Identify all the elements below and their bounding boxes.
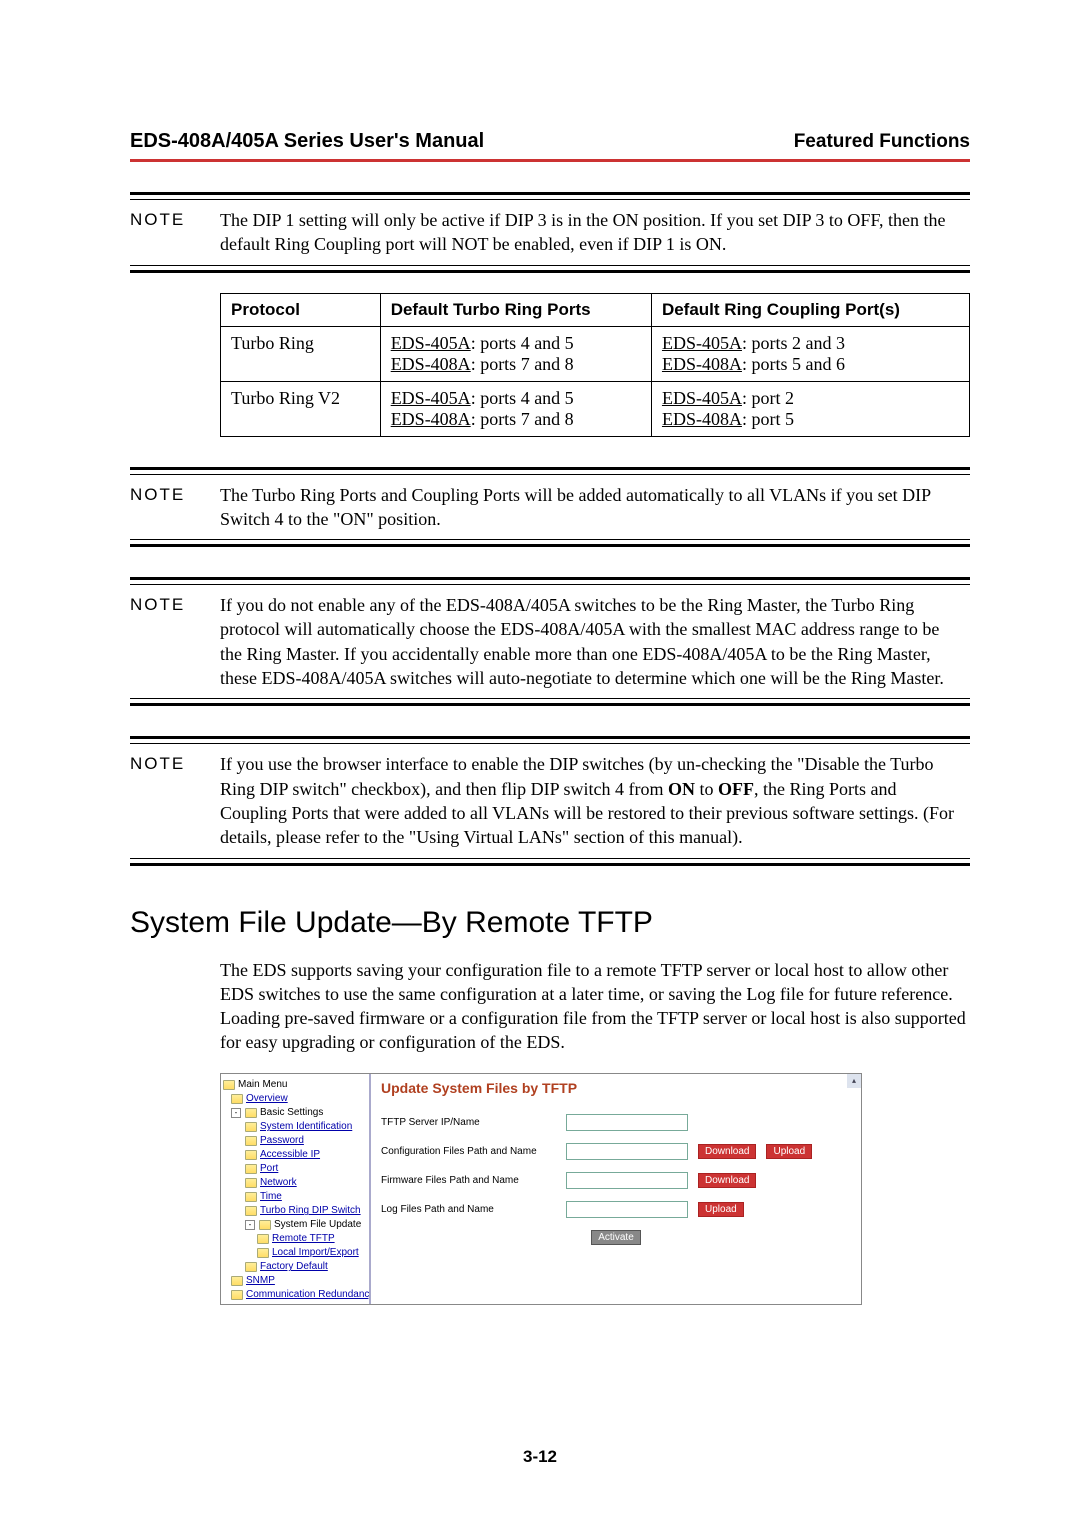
- cell-ring-ports: EDS-405A: ports 4 and 5 EDS-408A: ports …: [380, 381, 651, 436]
- nav-basic[interactable]: Basic Settings: [260, 1106, 323, 1119]
- folder-icon: [257, 1234, 269, 1244]
- cell-coupling-ports: EDS-405A: port 2 EDS-408A: port 5: [651, 381, 969, 436]
- folder-icon: [245, 1192, 257, 1202]
- folder-icon: [223, 1080, 235, 1090]
- folder-icon: [245, 1108, 257, 1118]
- th-ring-ports: Default Turbo Ring Ports: [380, 293, 651, 326]
- input-tftp-server[interactable]: [566, 1114, 688, 1131]
- cell-protocol: Turbo Ring V2: [221, 381, 381, 436]
- collapse-icon[interactable]: -: [245, 1220, 255, 1230]
- protocol-table: Protocol Default Turbo Ring Ports Defaul…: [220, 293, 970, 437]
- nav-network[interactable]: Network: [260, 1176, 297, 1189]
- note-4-text: If you use the browser interface to enab…: [220, 752, 962, 849]
- label-config-path: Configuration Files Path and Name: [381, 1146, 556, 1157]
- note-label: NOTE: [130, 593, 220, 690]
- folder-icon: [245, 1122, 257, 1132]
- header-right: Featured Functions: [794, 131, 970, 153]
- folder-icon: [231, 1290, 243, 1300]
- nav-factory[interactable]: Factory Default: [260, 1260, 328, 1273]
- upload-button[interactable]: Upload: [698, 1202, 744, 1217]
- nav-port[interactable]: Port: [260, 1162, 278, 1175]
- folder-icon: [245, 1164, 257, 1174]
- note-label: NOTE: [130, 208, 220, 257]
- note-3-text: If you do not enable any of the EDS-408A…: [220, 593, 962, 690]
- nav-commred[interactable]: Communication Redundancy: [246, 1288, 371, 1301]
- download-button[interactable]: Download: [698, 1173, 756, 1188]
- label-firmware-path: Firmware Files Path and Name: [381, 1175, 556, 1186]
- cell-coupling-ports: EDS-405A: ports 2 and 3 EDS-408A: ports …: [651, 326, 969, 381]
- input-config-path[interactable]: [566, 1143, 688, 1160]
- content-pane: Update System Files by TFTP TFTP Server …: [371, 1074, 861, 1304]
- note-label: NOTE: [130, 752, 220, 849]
- folder-icon: [245, 1206, 257, 1216]
- collapse-icon[interactable]: -: [231, 1108, 241, 1118]
- nav-password[interactable]: Password: [260, 1134, 304, 1147]
- nav-sysfile[interactable]: System File Update: [274, 1218, 361, 1231]
- nav-overview[interactable]: Overview: [246, 1092, 288, 1105]
- note-2-text: The Turbo Ring Ports and Coupling Ports …: [220, 483, 962, 532]
- nav-dip[interactable]: Turbo Ring DIP Switch: [260, 1204, 361, 1217]
- nav-time[interactable]: Time: [260, 1190, 282, 1203]
- nav-accip[interactable]: Accessible IP: [260, 1148, 320, 1161]
- table-row: Turbo Ring V2 EDS-405A: ports 4 and 5 ED…: [221, 381, 970, 436]
- folder-icon: [231, 1094, 243, 1104]
- section-heading: System File Update—By Remote TFTP: [130, 906, 970, 940]
- cell-ring-ports: EDS-405A: ports 4 and 5 EDS-408A: ports …: [380, 326, 651, 381]
- note-block-2: NOTE The Turbo Ring Ports and Coupling P…: [130, 467, 970, 548]
- page-number: 3-12: [0, 1447, 1080, 1467]
- nav-tree: ▴ Main Menu Overview -Basic Settings Sys…: [221, 1074, 371, 1304]
- nav-local-import[interactable]: Local Import/Export: [272, 1246, 359, 1259]
- nav-remote-tftp[interactable]: Remote TFTP: [272, 1232, 335, 1245]
- page-header: EDS-408A/405A Series User's Manual Featu…: [130, 130, 970, 162]
- tftp-app-screenshot: ▴ Main Menu Overview -Basic Settings Sys…: [220, 1073, 862, 1305]
- folder-icon: [245, 1178, 257, 1188]
- note-label: NOTE: [130, 483, 220, 532]
- folder-icon: [245, 1136, 257, 1146]
- folder-icon: [259, 1220, 271, 1230]
- th-coupling-ports: Default Ring Coupling Port(s): [651, 293, 969, 326]
- note-1-text: The DIP 1 setting will only be active if…: [220, 208, 962, 257]
- th-protocol: Protocol: [221, 293, 381, 326]
- input-log-path[interactable]: [566, 1201, 688, 1218]
- nav-main[interactable]: Main Menu: [238, 1078, 287, 1091]
- note-block-1: NOTE The DIP 1 setting will only be acti…: [130, 192, 970, 273]
- folder-icon: [245, 1150, 257, 1160]
- folder-icon: [245, 1262, 257, 1272]
- input-firmware-path[interactable]: [566, 1172, 688, 1189]
- folder-icon: [257, 1248, 269, 1258]
- label-log-path: Log Files Path and Name: [381, 1204, 556, 1215]
- label-tftp-server: TFTP Server IP/Name: [381, 1117, 556, 1128]
- header-left: EDS-408A/405A Series User's Manual: [130, 130, 484, 153]
- nav-sysid[interactable]: System Identification: [260, 1120, 352, 1133]
- nav-snmp[interactable]: SNMP: [246, 1274, 275, 1287]
- cell-protocol: Turbo Ring: [221, 326, 381, 381]
- pane-title: Update System Files by TFTP: [381, 1080, 851, 1096]
- note-block-4: NOTE If you use the browser interface to…: [130, 736, 970, 865]
- activate-button[interactable]: Activate: [591, 1230, 641, 1245]
- table-row: Turbo Ring EDS-405A: ports 4 and 5 EDS-4…: [221, 326, 970, 381]
- download-button[interactable]: Download: [698, 1144, 756, 1159]
- section-paragraph: The EDS supports saving your configurati…: [220, 958, 970, 1055]
- folder-icon: [231, 1276, 243, 1286]
- note-block-3: NOTE If you do not enable any of the EDS…: [130, 577, 970, 706]
- upload-button[interactable]: Upload: [766, 1144, 812, 1159]
